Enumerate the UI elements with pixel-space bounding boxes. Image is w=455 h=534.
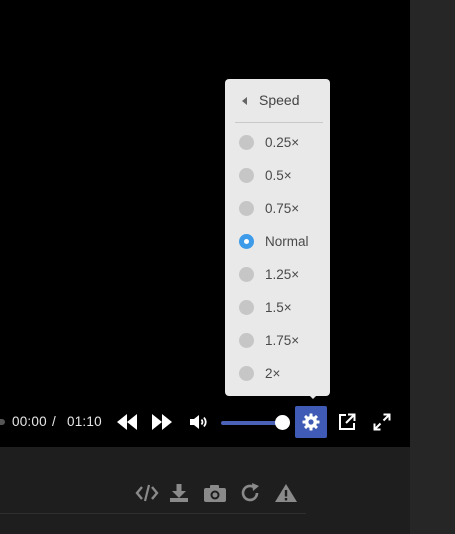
speed-option-label: 0.75×: [265, 201, 300, 216]
settings-button[interactable]: [295, 406, 327, 438]
right-gutter: [410, 0, 455, 534]
current-time: 00:00: [12, 414, 47, 429]
speed-option-label: Normal: [265, 234, 309, 249]
speed-option-label: 1.5×: [265, 300, 292, 315]
report-button[interactable]: [273, 481, 299, 505]
back-arrow-icon: [242, 97, 247, 105]
fast-forward-icon: [152, 414, 172, 430]
snapshot-button[interactable]: [202, 481, 228, 505]
speed-menu: Speed 0.25× 0.5× 0.75× Normal 1.25× 1.5×: [225, 79, 330, 396]
rewind-icon: [117, 414, 137, 430]
radio-selected-icon: [239, 234, 254, 249]
volume-icon: [190, 415, 207, 429]
popout-button[interactable]: [336, 411, 358, 433]
embed-button[interactable]: [134, 481, 160, 505]
video-player-page: 00:00 / 01:10 Speed 0.25× 0.5× 0.75× Nor…: [0, 0, 455, 534]
speed-option-2[interactable]: 2×: [225, 357, 330, 390]
speed-option-0-5[interactable]: 0.5×: [225, 159, 330, 192]
external-link-icon: [339, 413, 356, 430]
speed-menu-divider: [235, 122, 323, 123]
radio-icon: [239, 333, 254, 348]
video-viewport[interactable]: [0, 0, 410, 447]
speed-option-label: 1.25×: [265, 267, 300, 282]
refresh-icon: [241, 483, 259, 502]
volume-slider-track[interactable]: [221, 421, 283, 425]
radio-icon: [239, 168, 254, 183]
download-icon: [170, 484, 188, 502]
speed-menu-pointer: [307, 393, 319, 399]
fullscreen-button[interactable]: [371, 411, 393, 433]
speed-option-1-5[interactable]: 1.5×: [225, 291, 330, 324]
reload-button[interactable]: [238, 481, 264, 505]
speed-option-normal[interactable]: Normal: [225, 225, 330, 258]
speed-option-label: 0.5×: [265, 168, 292, 183]
embed-code-icon: [135, 484, 159, 502]
speed-option-label: 2×: [265, 366, 281, 381]
speed-option-0-25[interactable]: 0.25×: [225, 126, 330, 159]
speed-option-0-75[interactable]: 0.75×: [225, 192, 330, 225]
radio-icon: [239, 366, 254, 381]
camera-icon: [204, 485, 226, 502]
speed-menu-back[interactable]: Speed: [225, 79, 330, 122]
speed-option-label: 0.25×: [265, 135, 300, 150]
volume-button[interactable]: [188, 412, 210, 432]
warning-icon: [275, 484, 297, 502]
download-button[interactable]: [166, 481, 192, 505]
speed-option-1-25[interactable]: 1.25×: [225, 258, 330, 291]
fast-forward-button[interactable]: [150, 411, 174, 433]
gear-icon: [302, 413, 320, 431]
volume-slider-handle[interactable]: [275, 415, 290, 430]
speed-option-label: 1.75×: [265, 333, 300, 348]
total-time: 01:10: [67, 414, 102, 429]
radio-icon: [239, 300, 254, 315]
time-separator: /: [52, 414, 56, 429]
divider: [0, 513, 306, 514]
fullscreen-icon: [373, 413, 391, 431]
speed-menu-title: Speed: [259, 92, 300, 108]
radio-icon: [239, 201, 254, 216]
rewind-button[interactable]: [115, 411, 139, 433]
radio-icon: [239, 267, 254, 282]
speed-option-1-75[interactable]: 1.75×: [225, 324, 330, 357]
radio-icon: [239, 135, 254, 150]
